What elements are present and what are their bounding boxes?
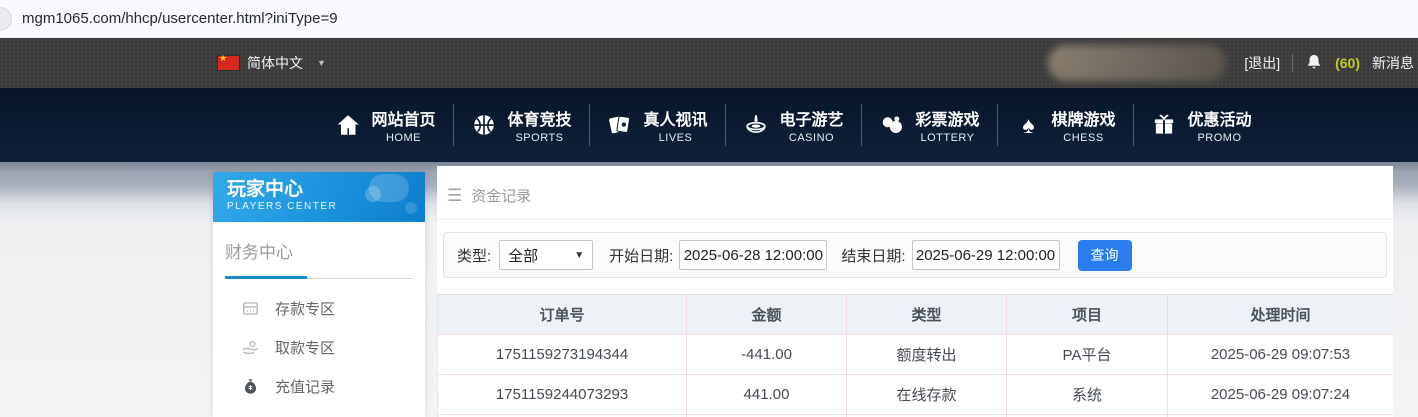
nav-item-promo[interactable]: 优惠活动 PROMO [1134, 88, 1269, 162]
menu-lines-icon: ☰ [447, 185, 463, 205]
nav-label-cn: 电子游艺 [779, 112, 844, 129]
type-select[interactable]: 全部 ▼ [499, 240, 594, 270]
nav-label-cn: 体育竞技 [507, 112, 572, 129]
site-favicon [0, 7, 12, 31]
nav-label-en: CASINO [788, 132, 835, 144]
sidebar-subtitle: PLAYERS CENTER [227, 201, 338, 212]
url-text[interactable]: mgm1065.com/hhcp/usercenter.html?iniType… [22, 0, 338, 37]
sidebar-item-recharge-records[interactable]: 充值记录 [241, 367, 425, 406]
logout-link[interactable]: [退出] [1244, 53, 1280, 73]
nav-item-lottery[interactable]: 彩票游戏 LOTTERY [862, 88, 997, 162]
nav-label-en: SPORTS [515, 132, 564, 144]
nav-item-home[interactable]: 网站首页 HOME [318, 88, 453, 162]
col-order-id: 订单号 [437, 294, 687, 335]
nav-label-cn: 网站首页 [371, 112, 436, 129]
nav-item-sports[interactable]: 体育竞技 SPORTS [454, 88, 589, 162]
main-navbar: 网站首页 HOME 体育竞技 SPORTS 真人视讯 LIVES 电子游艺 CA… [0, 88, 1418, 162]
section-underline [225, 276, 413, 279]
nav-label-en: HOME [385, 132, 421, 144]
nav-label-en: CHESS [1063, 132, 1104, 144]
fund-records-panel: ☰ 资金记录 类型: 全部 ▼ 开始日期: 结束日期: 查询 订单号 金额 类型… [437, 166, 1393, 417]
browser-address-bar[interactable]: mgm1065.com/hhcp/usercenter.html?iniType… [0, 0, 1418, 38]
table-header-row: 订单号 金额 类型 项目 处理时间 [437, 294, 1393, 335]
cell-type: 在线存款 [846, 374, 1007, 415]
page-title: 资金记录 [471, 188, 532, 205]
gift-icon [1151, 112, 1177, 138]
col-type: 类型 [846, 294, 1007, 335]
money-bag-icon [241, 377, 260, 396]
bell-icon[interactable] [1305, 53, 1323, 73]
cell-item: PA平台 [1006, 334, 1168, 375]
cell-amount: -441.00 [686, 334, 847, 375]
start-date-input[interactable] [679, 240, 828, 270]
cell-processed-time: 2025-06-29 09:07:53 [1167, 334, 1393, 375]
fund-records-table: 订单号 金额 类型 项目 处理时间 1751159273194344 -441.… [437, 294, 1393, 417]
nav-item-casino[interactable]: 电子游艺 CASINO [726, 88, 861, 162]
table-row: 1751159244073293 441.00 在线存款 系统 2025-06-… [437, 374, 1393, 415]
basketball-icon [471, 112, 497, 138]
nav-label-en: PROMO [1197, 132, 1242, 144]
cell-order-id: 1751159244073293 [437, 374, 687, 415]
cell-type: 额度转出 [846, 334, 1007, 375]
col-processed-time: 处理时间 [1167, 294, 1393, 335]
menu-label: 充值记录 [275, 379, 336, 396]
username-blurred [1048, 45, 1227, 81]
start-date-label: 开始日期: [609, 247, 674, 265]
sidebar-item-withdrawal-records[interactable]: 提现记录 [241, 406, 425, 417]
china-flag-icon: ★ [218, 53, 239, 70]
top-account-bar: ★ 简体中文 ▼ [退出] (60) 新消息 [0, 38, 1418, 88]
divider [1292, 54, 1294, 72]
panel-title-row: ☰ 资金记录 [437, 166, 1393, 220]
message-count[interactable]: (60) [1335, 55, 1360, 71]
gamepad-decoration [365, 186, 381, 202]
menu-label: 存款专区 [275, 301, 336, 318]
sidebar-item-withdraw[interactable]: 取款专区 [241, 328, 425, 367]
cell-item: 系统 [1006, 374, 1168, 415]
type-select-value: 全部 [508, 247, 539, 265]
nav-label-cn: 棋牌游戏 [1051, 112, 1116, 129]
deposit-card-icon [241, 299, 260, 318]
cell-order-id: 1751159273194344 [437, 334, 687, 375]
end-date-label: 结束日期: [841, 247, 906, 265]
type-label: 类型: [457, 247, 492, 265]
table-row: 1751159273194344 -441.00 额度转出 PA平台 2025-… [437, 334, 1393, 375]
query-button[interactable]: 查询 [1077, 239, 1132, 271]
home-icon [335, 112, 361, 138]
lottery-balls-icon [879, 112, 905, 138]
players-center-sidebar: 玩家中心 PLAYERS CENTER 财务中心 存款专区 取款专区 充值记录 [213, 172, 425, 417]
chevron-down-icon: ▼ [317, 58, 326, 68]
hand-coin-icon [241, 338, 260, 357]
nav-item-chess[interactable]: ♠ 棋牌游戏 CHESS [998, 88, 1133, 162]
section-title-finance: 财务中心 [225, 243, 293, 262]
sidebar-item-deposit[interactable]: 存款专区 [241, 289, 425, 328]
gamepad-decoration [405, 202, 417, 214]
chevron-down-icon: ▼ [574, 249, 585, 261]
cell-amount: 441.00 [686, 374, 847, 415]
playing-cards-icon [607, 112, 633, 138]
end-date-input[interactable] [911, 240, 1060, 270]
nav-label-cn: 彩票游戏 [915, 112, 980, 129]
new-messages-link[interactable]: 新消息 [1372, 53, 1414, 73]
col-item: 项目 [1006, 294, 1168, 335]
nav-item-lives[interactable]: 真人视讯 LIVES [590, 88, 725, 162]
menu-label: 取款专区 [275, 340, 336, 357]
sidebar-header: 玩家中心 PLAYERS CENTER [213, 172, 425, 222]
language-label: 简体中文 [247, 55, 303, 71]
nav-label-en: LOTTERY [920, 132, 975, 144]
cell-processed-time: 2025-06-29 09:07:24 [1167, 374, 1393, 415]
filter-bar: 类型: 全部 ▼ 开始日期: 结束日期: 查询 [443, 232, 1387, 278]
nav-label-en: LIVES [658, 132, 693, 144]
col-amount: 金额 [686, 294, 847, 335]
nav-label-cn: 真人视讯 [643, 112, 708, 129]
roulette-icon [743, 112, 769, 138]
spade-icon: ♠ [1022, 111, 1035, 138]
language-selector[interactable]: ★ 简体中文 ▼ [218, 38, 326, 88]
nav-label-cn: 优惠活动 [1187, 112, 1252, 129]
